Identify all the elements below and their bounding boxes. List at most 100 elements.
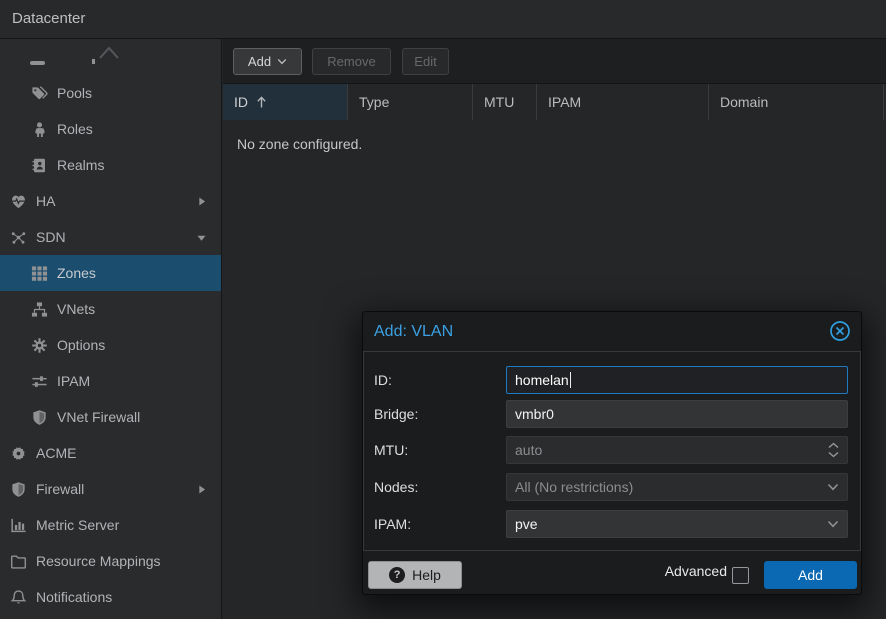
caret-down-filled-icon[interactable]	[194, 230, 208, 244]
column-header-id[interactable]: ID	[223, 84, 348, 120]
tags-icon	[29, 84, 49, 102]
sidebar-item-label: HA	[36, 193, 55, 209]
sidebar-item-ipam[interactable]: IPAM	[0, 363, 221, 399]
field-label: MTU:	[374, 436, 408, 464]
field-label: Nodes:	[374, 473, 418, 501]
button-label: Edit	[414, 54, 436, 69]
sidebar-item-zones[interactable]: Zones	[0, 255, 221, 291]
sidebar-item-label: Resource Mappings	[36, 553, 161, 569]
bar-chart-icon	[8, 516, 28, 534]
partial-item-icon	[30, 61, 45, 65]
sidebar-item-metric-server[interactable]: Metric Server	[0, 507, 221, 543]
form-row-bridge: Bridge: vmbr0	[364, 400, 860, 428]
sidebar-item-firewall[interactable]: Firewall	[0, 471, 221, 507]
folder-icon	[8, 552, 28, 570]
bell-icon	[8, 588, 28, 606]
sidebar-item-label: Firewall	[36, 481, 84, 497]
sidebar-item-notifications[interactable]: Notifications	[0, 579, 221, 615]
sliders-icon	[29, 372, 49, 390]
page-title: Datacenter	[12, 0, 85, 38]
sidebar-item-acme[interactable]: ACME	[0, 435, 221, 471]
sidebar-item-label: Options	[57, 337, 105, 353]
sidebar-item-vnet-firewall[interactable]: VNet Firewall	[0, 399, 221, 435]
certificate-icon	[8, 444, 28, 462]
shield-icon	[8, 480, 28, 498]
remove-button[interactable]: Remove	[312, 48, 391, 75]
button-label: Remove	[327, 54, 375, 69]
column-header-ipam[interactable]: IPAM	[537, 84, 709, 120]
sidebar-item-realms[interactable]: Realms	[0, 147, 221, 183]
field-label: IPAM:	[374, 510, 411, 538]
sidebar-item-label: Zones	[57, 265, 96, 281]
heartbeat-icon	[8, 192, 28, 210]
sidebar-item-vnets[interactable]: VNets	[0, 291, 221, 327]
header-bar: Datacenter	[0, 0, 886, 39]
column-header-type[interactable]: Type	[348, 84, 473, 120]
empty-text: No zone configured.	[237, 136, 362, 152]
column-label: MTU	[484, 94, 514, 110]
network-icon	[8, 228, 28, 246]
column-header-mtu[interactable]: MTU	[473, 84, 537, 120]
column-label: Type	[359, 94, 389, 110]
form-row-id: ID: homelan	[364, 366, 860, 394]
sidebar-item-label: Roles	[57, 121, 93, 137]
sidebar-item-label: Notifications	[36, 589, 112, 605]
shield-icon	[29, 408, 49, 426]
form-row-nodes: Nodes: All (No restrictions)	[364, 473, 860, 501]
spinner-up-down-icon[interactable]	[828, 443, 839, 458]
sitemap-icon	[29, 300, 49, 318]
sidebar-item-label: ACME	[36, 445, 76, 461]
ipam-select[interactable]: pve	[506, 510, 848, 538]
field-label: Bridge:	[374, 400, 418, 428]
add-submit-button[interactable]: Add	[764, 561, 857, 589]
sidebar-item-options[interactable]: Options	[0, 327, 221, 363]
form-row-ipam: IPAM: pve	[364, 510, 860, 538]
add-button[interactable]: Add	[233, 48, 302, 75]
sidebar-items: Pools Roles Realms HA SDN Zones VNets Options IP…	[0, 75, 221, 615]
caret-right-filled-icon[interactable]	[194, 194, 208, 208]
help-button[interactable]: ? Help	[368, 561, 462, 589]
sidebar-item-label: VNets	[57, 301, 95, 317]
sidebar: Pools Roles Realms HA SDN Zones VNets Options IP…	[0, 39, 222, 619]
chevron-down-icon[interactable]	[827, 520, 839, 528]
toolbar: Add Remove Edit	[223, 39, 886, 84]
dialog-footer: ? Help Advanced Add	[363, 549, 861, 594]
chevron-up-icon	[96, 43, 122, 61]
column-header-domain[interactable]: Domain	[709, 84, 884, 120]
sidebar-item-resource-mappings[interactable]: Resource Mappings	[0, 543, 221, 579]
advanced-label: Advanced	[665, 549, 727, 594]
field-value: All (No restrictions)	[515, 479, 633, 495]
close-icon[interactable]	[829, 320, 851, 342]
sort-ascending-icon	[256, 95, 267, 109]
text-cursor	[570, 372, 571, 388]
field-label: ID:	[374, 366, 392, 394]
help-button-label: Help	[412, 567, 441, 583]
app-window: Datacenter Pools Roles Realms HA SDN Zones VNe…	[0, 0, 886, 619]
address-book-icon	[29, 156, 49, 174]
question-circle-icon: ?	[389, 567, 405, 583]
sidebar-item-roles[interactable]: Roles	[0, 111, 221, 147]
button-label: Add	[248, 54, 271, 69]
sidebar-item-ha[interactable]: HA	[0, 183, 221, 219]
field-value: homelan	[515, 372, 569, 388]
field-value: vmbr0	[515, 406, 554, 422]
sidebar-item-label: Realms	[57, 157, 104, 173]
column-label: Domain	[720, 94, 768, 110]
advanced-checkbox[interactable]	[732, 567, 749, 584]
caret-right-filled-icon[interactable]	[194, 482, 208, 496]
bridge-input[interactable]: vmbr0	[506, 400, 848, 428]
table-header: ID Type MTU IPAM Domain	[223, 84, 886, 120]
sidebar-item-label: VNet Firewall	[57, 409, 140, 425]
sidebar-item-sdn[interactable]: SDN	[0, 219, 221, 255]
mtu-spinner[interactable]: auto	[506, 436, 848, 464]
sidebar-item-label: Metric Server	[36, 517, 119, 533]
add-vlan-dialog: Add: VLAN ID:homelanBridge:vmbr0MTU:auto…	[362, 311, 862, 595]
edit-button[interactable]: Edit	[402, 48, 449, 75]
id-input[interactable]: homelan	[506, 366, 848, 394]
nodes-select[interactable]: All (No restrictions)	[506, 473, 848, 501]
sidebar-item-label: IPAM	[57, 373, 90, 389]
sidebar-item-pools[interactable]: Pools	[0, 75, 221, 111]
dialog-form: ID: homelan Bridge: vmbr0 MTU: auto Nodes: All …	[363, 351, 861, 551]
field-value: auto	[515, 442, 542, 458]
chevron-down-icon[interactable]	[827, 483, 839, 491]
